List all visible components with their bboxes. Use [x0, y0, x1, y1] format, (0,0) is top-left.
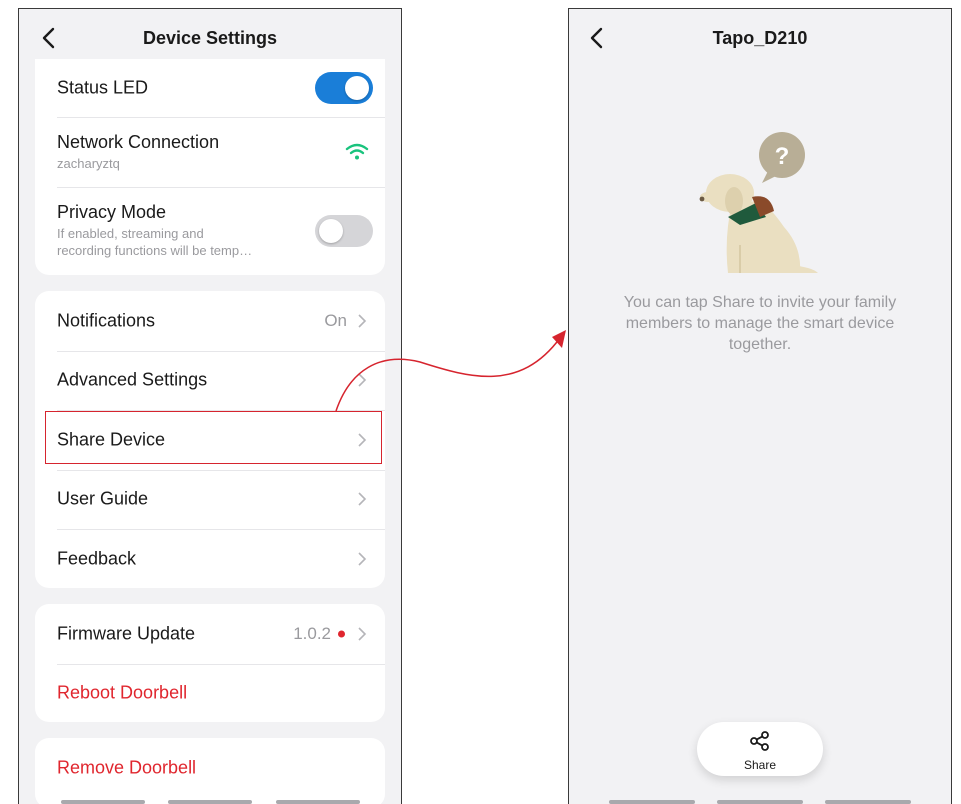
status-led-label: Status LED [57, 77, 149, 98]
firmware-version: 1.0.2 [293, 623, 331, 643]
update-dot-icon [338, 630, 345, 638]
bottom-nav-bar [569, 798, 951, 804]
empty-state-line3: together. [728, 336, 792, 353]
remove-doorbell-row[interactable]: Remove Doorbell [35, 738, 385, 798]
firmware-update-label: Firmware Update [57, 623, 196, 644]
notifications-row[interactable]: Notifications On [35, 291, 385, 351]
page-title: Tapo_D210 [712, 28, 808, 48]
share-button[interactable]: Share [697, 722, 823, 776]
privacy-mode-label: Privacy Mode [57, 202, 167, 222]
chevron-right-icon [358, 314, 367, 328]
wifi-icon [345, 143, 369, 160]
chevron-right-icon [358, 552, 367, 566]
nav-segment [717, 800, 803, 804]
bottom-nav-bar [19, 798, 401, 804]
chevron-right-icon [358, 373, 367, 387]
maintenance-card: Firmware Update 1.0.2 Reboot Doorbell [35, 604, 385, 722]
empty-state-line1: You can tap Share to invite your family [623, 294, 897, 311]
share-icon [750, 731, 769, 751]
network-ssid: zacharyztq [57, 156, 120, 171]
firmware-update-row[interactable]: Firmware Update 1.0.2 [35, 604, 385, 664]
question-bubble-icon: ? [759, 132, 805, 183]
status-led-toggle[interactable] [315, 72, 373, 104]
user-guide-row[interactable]: User Guide [35, 469, 385, 530]
toggle-knob [345, 76, 369, 100]
share-device-highlight [45, 411, 382, 464]
privacy-mode-desc-line2: recording functions will be temp… [57, 243, 253, 258]
privacy-mode-toggle[interactable] [315, 215, 373, 247]
remove-doorbell-label: Remove Doorbell [57, 757, 197, 778]
nav-segment [609, 800, 695, 804]
user-guide-label: User Guide [57, 488, 149, 509]
chevron-right-icon [358, 492, 367, 506]
feedback-label: Feedback [57, 548, 137, 569]
reboot-doorbell-row[interactable]: Reboot Doorbell [35, 663, 385, 723]
notifications-label: Notifications [57, 310, 156, 331]
nav-segment [168, 800, 252, 804]
status-led-row: Status LED [35, 59, 385, 117]
remove-card: Remove Doorbell [35, 738, 385, 804]
advanced-settings-label: Advanced Settings [57, 369, 208, 390]
svg-text:?: ? [775, 143, 790, 170]
advanced-settings-row[interactable]: Advanced Settings [35, 350, 385, 411]
chevron-right-icon [358, 627, 367, 641]
notifications-value: On [324, 310, 347, 330]
network-connection-label: Network Connection [57, 132, 220, 152]
dog-illustration: ? [699, 132, 818, 273]
device-controls-card: Status LED Network Connection zacharyztq… [35, 59, 385, 275]
privacy-mode-row: Privacy Mode If enabled, streaming and r… [35, 187, 385, 275]
privacy-mode-desc-line1: If enabled, streaming and [57, 226, 204, 241]
network-connection-row[interactable]: Network Connection zacharyztq [35, 117, 385, 187]
toggle-knob [319, 219, 343, 243]
feedback-row[interactable]: Feedback [35, 529, 385, 588]
share-device-screen: Tapo_D210 ? You can tap Share to invite … [568, 8, 952, 804]
reboot-doorbell-label: Reboot Doorbell [57, 682, 188, 703]
nav-segment [825, 800, 911, 804]
header-bar: Tapo_D210 [569, 9, 951, 67]
page-title: Device Settings [142, 28, 278, 48]
share-button-label: Share [743, 758, 777, 772]
device-settings-screen: Device Settings Status LED Network Conne… [18, 8, 402, 804]
empty-state-message: You can tap Share to invite your family … [599, 292, 921, 355]
empty-state-line2: members to manage the smart device [625, 315, 895, 332]
nav-segment [276, 800, 360, 804]
nav-segment [61, 800, 145, 804]
